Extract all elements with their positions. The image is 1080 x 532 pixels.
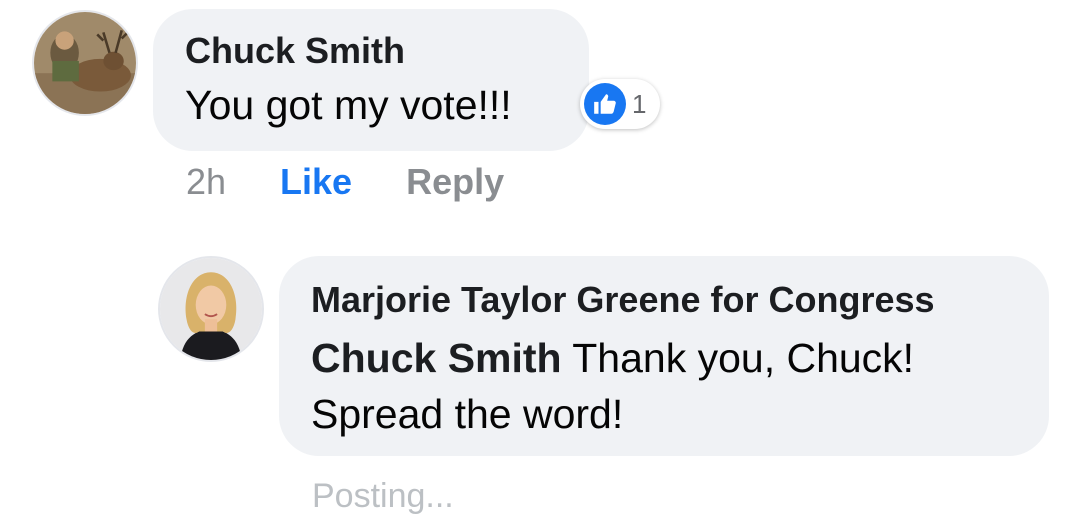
comment-actions: 2h Like Reply (186, 160, 504, 204)
comment-author-name[interactable]: Chuck Smith (185, 29, 589, 73)
reply-text: Chuck Smith Thank you, Chuck! Spread the… (311, 330, 1049, 442)
hunter-with-deer-avatar-icon (34, 12, 136, 114)
reply-text-line1: Thank you, Chuck! (561, 335, 915, 381)
comment-text: You got my vote!!! (185, 82, 512, 128)
comment-thread: Chuck Smith You got my vote!!! 1 2h Like… (0, 0, 1080, 532)
posting-status: Posting... (312, 477, 454, 515)
comment-timestamp[interactable]: 2h (186, 160, 226, 204)
commenter-avatar[interactable] (32, 10, 138, 116)
reply-bubble: Marjorie Taylor Greene for Congress Chuc… (279, 256, 1049, 456)
reply-button[interactable]: Reply (406, 160, 504, 204)
reply-text-line2: Spread the word! (311, 391, 624, 437)
comment-bubble: Chuck Smith You got my vote!!! (153, 9, 589, 151)
reaction-badge[interactable]: 1 (580, 79, 661, 129)
reply-author-avatar[interactable] (158, 256, 264, 362)
thumbs-up-icon (584, 83, 626, 125)
woman-portrait-avatar-icon (160, 258, 262, 360)
mention-link[interactable]: Chuck Smith (311, 335, 562, 381)
reaction-count: 1 (632, 88, 647, 119)
reply-author-name[interactable]: Marjorie Taylor Greene for Congress (311, 278, 1049, 322)
like-button[interactable]: Like (280, 160, 352, 204)
